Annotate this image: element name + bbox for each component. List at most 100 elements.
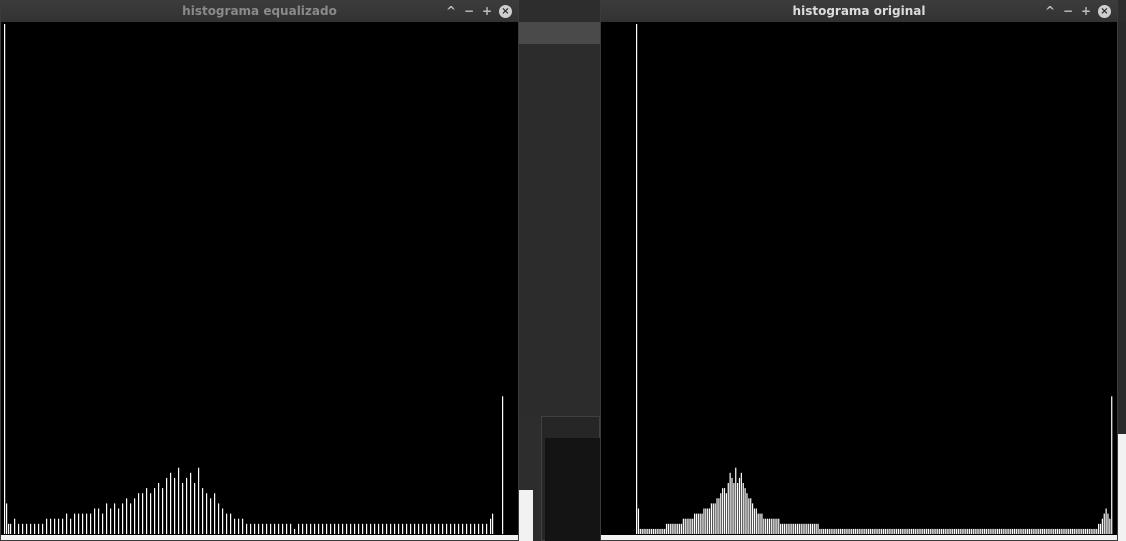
close-button[interactable]: × <box>1098 5 1111 18</box>
histogram-bar <box>394 523 396 534</box>
histogram-bar <box>1045 528 1047 534</box>
histogram-bar <box>643 528 645 534</box>
histogram-bar <box>922 528 924 534</box>
histogram-bar <box>70 518 72 534</box>
histogram-bar <box>378 523 380 534</box>
histogram-bar <box>1066 528 1068 534</box>
histogram-bar <box>1021 528 1023 534</box>
histogram-bar <box>62 518 64 534</box>
histogram-bar <box>110 508 112 534</box>
histogram-bar <box>897 528 900 534</box>
histogram-bar <box>952 528 954 534</box>
histogram-bar <box>987 528 989 534</box>
histogram-bar <box>1096 528 1098 534</box>
histogram-bar <box>746 493 748 534</box>
histogram-bar <box>354 523 356 534</box>
histogram-bar <box>486 523 488 534</box>
titlebar[interactable]: histograma equalizado ^ − + × <box>1 1 518 22</box>
histogram-bar <box>783 523 785 534</box>
histogram-bar <box>935 528 937 534</box>
histogram-bar <box>366 523 368 534</box>
histogram-bar <box>998 528 1001 534</box>
histogram-bar <box>641 528 643 534</box>
histogram-bar <box>1099 523 1102 534</box>
histogram-bar <box>30 523 32 534</box>
histogram-bar <box>647 528 649 534</box>
histogram-bar <box>1002 528 1004 534</box>
histogram-bar <box>718 498 720 534</box>
window-histograma-original[interactable]: histograma original ^ − + × <box>600 0 1118 541</box>
close-button[interactable]: × <box>499 5 512 18</box>
background-white-fragment <box>1117 434 1126 541</box>
histogram-bar <box>869 528 872 534</box>
histogram-bar <box>918 528 920 534</box>
histogram-bar <box>214 493 216 534</box>
histogram-bar <box>847 528 849 534</box>
histogram-bar <box>723 488 726 534</box>
histogram-bar <box>839 528 842 534</box>
histogram-bar <box>1071 528 1074 534</box>
minimize-button[interactable]: − <box>1062 4 1074 19</box>
histogram-bar <box>959 528 961 534</box>
histogram-bar <box>963 528 965 534</box>
histogram-bar <box>238 518 240 534</box>
histogram-bar <box>774 518 776 534</box>
histogram-bar <box>206 493 208 534</box>
histogram-bar <box>402 523 404 534</box>
histogram-bar <box>733 483 735 534</box>
minimize-button[interactable]: − <box>463 4 475 19</box>
histogram-bar <box>791 523 793 534</box>
histogram-bar <box>418 523 420 534</box>
histogram-bar <box>755 508 757 534</box>
histogram-bar <box>254 523 256 534</box>
histogram-bar <box>832 528 834 534</box>
histogram-bar <box>182 483 184 534</box>
histogram-bar <box>864 528 866 534</box>
histogram-bar <box>901 528 903 534</box>
histogram-bar <box>1036 528 1038 534</box>
histogram-bar <box>667 523 669 534</box>
histogram-bar <box>909 528 911 534</box>
histogram-bar <box>708 508 711 534</box>
maximize-button[interactable]: + <box>1080 4 1092 19</box>
histogram-bar <box>867 528 870 534</box>
titlebar[interactable]: histograma original ^ − + × <box>601 1 1117 22</box>
window-histograma-equalizado[interactable]: histograma equalizado ^ − + × <box>0 0 519 541</box>
histogram-bar <box>370 523 372 534</box>
maximize-button[interactable]: + <box>481 4 493 19</box>
histogram-bar <box>246 523 248 534</box>
histogram-bar <box>942 528 944 534</box>
histogram-bar <box>722 488 724 534</box>
histogram-bar <box>789 523 791 534</box>
histogram-bar <box>781 523 784 534</box>
histogram-bar <box>819 528 821 534</box>
histogram-bar <box>875 528 877 534</box>
histogram-bar <box>950 528 952 534</box>
histogram-bar <box>858 528 860 534</box>
histogram-bar <box>458 523 460 534</box>
histogram-bar <box>823 528 825 534</box>
shade-button[interactable]: ^ <box>1044 4 1056 19</box>
histogram-bar <box>118 508 120 534</box>
histogram-bar <box>873 528 875 534</box>
histogram-bar <box>150 493 152 534</box>
histogram-bar <box>322 523 324 534</box>
histogram-bar <box>66 513 68 534</box>
histogram-bar <box>466 523 468 534</box>
histogram-bar <box>1109 518 1111 534</box>
histogram-bar <box>1006 528 1008 534</box>
histogram-bar <box>912 528 915 534</box>
histogram-bar <box>1034 528 1036 534</box>
histogram-bar <box>899 528 901 534</box>
histogram-bar <box>1023 528 1025 534</box>
histogram-bar <box>948 528 950 534</box>
histogram-bar <box>695 513 698 534</box>
histogram-bar <box>824 528 827 534</box>
histogram-bar <box>1000 528 1002 534</box>
histogram-bar <box>890 528 892 534</box>
shade-button[interactable]: ^ <box>445 4 457 19</box>
histogram-bar <box>222 508 224 534</box>
histogram-bar <box>892 528 894 534</box>
histogram-bar <box>838 528 840 534</box>
histogram-bar <box>748 498 750 534</box>
